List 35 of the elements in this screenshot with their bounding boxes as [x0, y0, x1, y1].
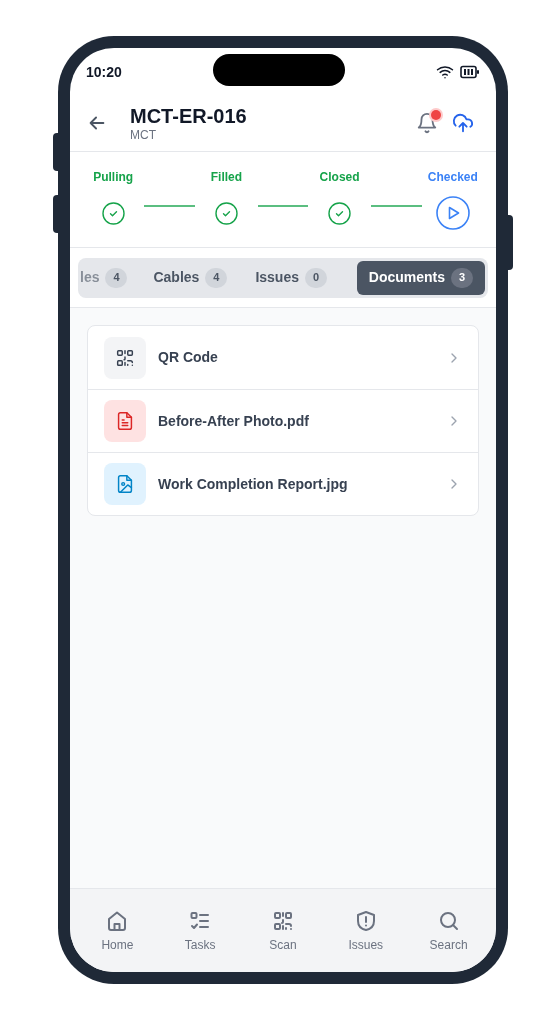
wifi-icon [436, 63, 454, 81]
page-subtitle: MCT [130, 127, 157, 142]
document-name: QR Code [158, 348, 219, 367]
document-row[interactable]: Before-After Photo.pdf [88, 389, 478, 452]
nav-item[interactable]: Tasks [170, 909, 231, 954]
nav-item[interactable]: Scan [253, 909, 313, 954]
tab[interactable]: les 4 [78, 260, 138, 295]
count-badge: 4 [105, 267, 128, 288]
step-connector [370, 205, 422, 207]
count-badge: 3 [451, 267, 473, 288]
tab[interactable]: Documents 3 [356, 260, 485, 295]
nav-item[interactable]: Search [418, 909, 479, 954]
step-connector [257, 205, 309, 207]
cloud-upload-icon [452, 111, 474, 134]
step-label: Filled [210, 170, 243, 184]
step-label: Closed [319, 170, 360, 184]
count-badge: 4 [205, 267, 228, 288]
status-time: 10:20 [86, 62, 122, 82]
tab[interactable]: Cables 4 [141, 260, 240, 295]
tab[interactable]: Issues 0 [243, 260, 339, 295]
document-name: Work Completion Report.jpg [158, 474, 349, 494]
document-row[interactable]: Work Completion Report.jpg [88, 452, 478, 515]
battery-icon [460, 65, 480, 79]
nav-item[interactable]: Issues [335, 909, 396, 954]
step-label: Checked [427, 170, 478, 184]
qr-code-icon [271, 909, 295, 933]
document-row[interactable]: QR Code [88, 326, 478, 389]
count-badge: 0 [305, 267, 327, 288]
document-name: Before-After Photo.pdf [158, 411, 310, 431]
step-label: Pulling [93, 170, 134, 184]
bell-icon [416, 111, 438, 134]
step-connector [144, 205, 196, 207]
upload-button[interactable] [452, 111, 474, 134]
nav-item[interactable]: Home [87, 909, 148, 954]
page-title: MCT-ER-016 [130, 103, 248, 128]
